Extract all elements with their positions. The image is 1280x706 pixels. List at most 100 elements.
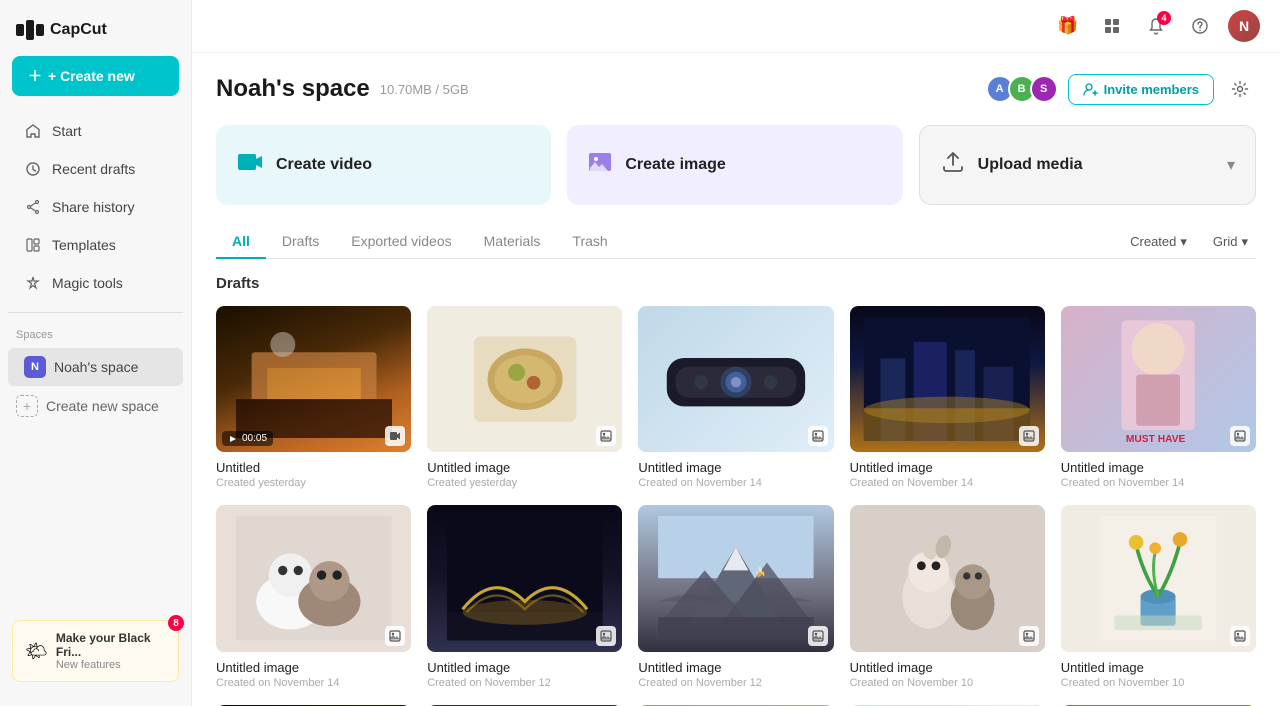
create-image-label: Create image: [625, 156, 726, 174]
view-button[interactable]: Grid ▾: [1205, 230, 1256, 254]
draft-card-5[interactable]: MUST HAVE NEW ARRIVALS Untitled image Cr…: [1061, 306, 1256, 489]
projects-button[interactable]: [1096, 10, 1128, 42]
invite-label: Invite members: [1104, 82, 1199, 97]
draft-card-8[interactable]: 🍌 Untitled image Created on November 12: [638, 505, 833, 688]
draft-thumbnail: [638, 306, 833, 452]
page-header: Noah's space 10.70MB / 5GB A B S Invite …: [216, 73, 1256, 105]
draft-date: Created yesterday: [427, 477, 622, 489]
draft-type-badge: [596, 626, 616, 646]
draft-card-10[interactable]: Untitled image Created on November 10: [1061, 505, 1256, 688]
create-new-label: + Create new: [48, 68, 135, 84]
banner-title: Make your Black Fri...: [56, 631, 166, 659]
upload-media-label: Upload media: [978, 156, 1083, 174]
create-space-item[interactable]: + Create new space: [0, 387, 191, 425]
create-new-button[interactable]: ＋ + Create new: [12, 56, 179, 96]
invite-members-button[interactable]: Invite members: [1068, 74, 1214, 105]
tab-materials[interactable]: Materials: [468, 225, 557, 259]
draft-type-badge: [1230, 626, 1250, 646]
templates-label: Templates: [52, 237, 116, 253]
sidebar-item-start[interactable]: Start: [8, 113, 183, 149]
magic-tools-label: Magic tools: [52, 275, 123, 291]
draft-thumbnail: 🍌: [638, 505, 833, 651]
share-icon: [24, 198, 42, 216]
action-cards: Create video Create image: [216, 125, 1256, 205]
draft-thumbnail: [850, 505, 1045, 651]
draft-date: Created on November 12: [638, 677, 833, 689]
tabs: All Drafts Exported videos Materials Tra…: [216, 225, 624, 258]
draft-thumbnail: [427, 306, 622, 452]
tab-drafts[interactable]: Drafts: [266, 225, 335, 259]
draft-name: Untitled image: [427, 660, 622, 675]
draft-type-badge: [1019, 426, 1039, 446]
notification-badge: 4: [1157, 11, 1171, 25]
draft-card-7[interactable]: Untitled image Created on November 12: [427, 505, 622, 688]
draft-date: Created yesterday: [216, 477, 411, 489]
draft-name: Untitled image: [1061, 460, 1256, 475]
draft-name: Untitled image: [850, 660, 1045, 675]
upload-media-card[interactable]: Upload media ▾: [919, 125, 1256, 205]
gift-button[interactable]: 🎁: [1052, 10, 1084, 42]
draft-name: Untitled: [216, 460, 411, 475]
add-person-icon: [1083, 82, 1098, 97]
tab-trash-label: Trash: [572, 233, 607, 249]
space-settings-button[interactable]: [1224, 73, 1256, 105]
create-space-label: Create new space: [46, 398, 159, 414]
spaces-label: Spaces: [0, 323, 191, 347]
sidebar-item-recent-drafts[interactable]: Recent drafts: [8, 151, 183, 187]
gift-icon: 🎁: [1057, 16, 1078, 36]
sidebar-item-share-history[interactable]: Share history: [8, 189, 183, 225]
draft-date: Created on November 14: [1061, 477, 1256, 489]
draft-date: Created on November 10: [1061, 677, 1256, 689]
draft-type-badge: [1230, 426, 1250, 446]
sort-button[interactable]: Created ▾: [1122, 230, 1195, 254]
tabs-row: All Drafts Exported videos Materials Tra…: [216, 225, 1256, 259]
draft-date: Created on November 12: [427, 677, 622, 689]
tab-all[interactable]: All: [216, 225, 266, 259]
tab-exported[interactable]: Exported videos: [335, 225, 467, 259]
svg-text:MUST HAVE: MUST HAVE: [1126, 434, 1186, 445]
plus-icon: ＋: [28, 66, 42, 86]
draft-card-1[interactable]: 00:05 Untitled Created yesterday: [216, 306, 411, 489]
sidebar-bottom: 🌤 Make your Black Fri... New features 8: [0, 608, 191, 694]
help-button[interactable]: [1184, 10, 1216, 42]
black-friday-banner[interactable]: 🌤 Make your Black Fri... New features 8: [12, 620, 179, 682]
draft-card-3[interactable]: Untitled image Created on November 14: [638, 306, 833, 489]
draft-card-6[interactable]: Untitled image Created on November 14: [216, 505, 411, 688]
draft-thumbnail: 00:05: [216, 306, 411, 452]
draft-card-2[interactable]: Untitled image Created yesterday: [427, 306, 622, 489]
noah-space-item[interactable]: N Noah's space: [8, 348, 183, 386]
draft-card-9[interactable]: Untitled image Created on November 10: [850, 505, 1045, 688]
help-icon: [1191, 17, 1209, 35]
draft-thumbnail: [427, 505, 622, 651]
user-avatar[interactable]: N: [1228, 10, 1260, 42]
main-area: 🎁 4 N: [192, 0, 1280, 706]
clock-icon: [24, 160, 42, 178]
create-image-card[interactable]: Create image: [567, 125, 902, 205]
home-icon: [24, 122, 42, 140]
draft-type-badge: [596, 426, 616, 446]
upload-icon: [940, 150, 966, 180]
view-chevron-icon: ▾: [1241, 234, 1248, 250]
video-duration-badge: 00:05: [222, 431, 273, 446]
section-title: Drafts: [216, 275, 1256, 292]
tab-all-label: All: [232, 233, 250, 249]
banner-subtitle: New features: [56, 659, 166, 671]
draft-name: Untitled image: [1061, 660, 1256, 675]
notification-wrap: 4: [1140, 10, 1172, 42]
draft-name: Untitled image: [850, 460, 1045, 475]
recent-drafts-label: Recent drafts: [52, 161, 135, 177]
draft-thumbnail: [216, 505, 411, 651]
drafts-grid: 00:05 Untitled Created yesterday Unt: [216, 306, 1256, 706]
create-video-card[interactable]: Create video: [216, 125, 551, 205]
draft-date: Created on November 10: [850, 677, 1045, 689]
sidebar-item-magic-tools[interactable]: Magic tools: [8, 265, 183, 301]
create-video-label: Create video: [276, 156, 372, 174]
draft-card-4[interactable]: Untitled image Created on November 14: [850, 306, 1045, 489]
draft-date: Created on November 14: [216, 677, 411, 689]
member-avatars: A B S: [986, 75, 1058, 103]
draft-name: Untitled image: [638, 660, 833, 675]
draft-name: Untitled image: [638, 460, 833, 475]
view-label: Grid: [1213, 234, 1238, 249]
tab-trash[interactable]: Trash: [556, 225, 623, 259]
sidebar-item-templates[interactable]: Templates: [8, 227, 183, 263]
